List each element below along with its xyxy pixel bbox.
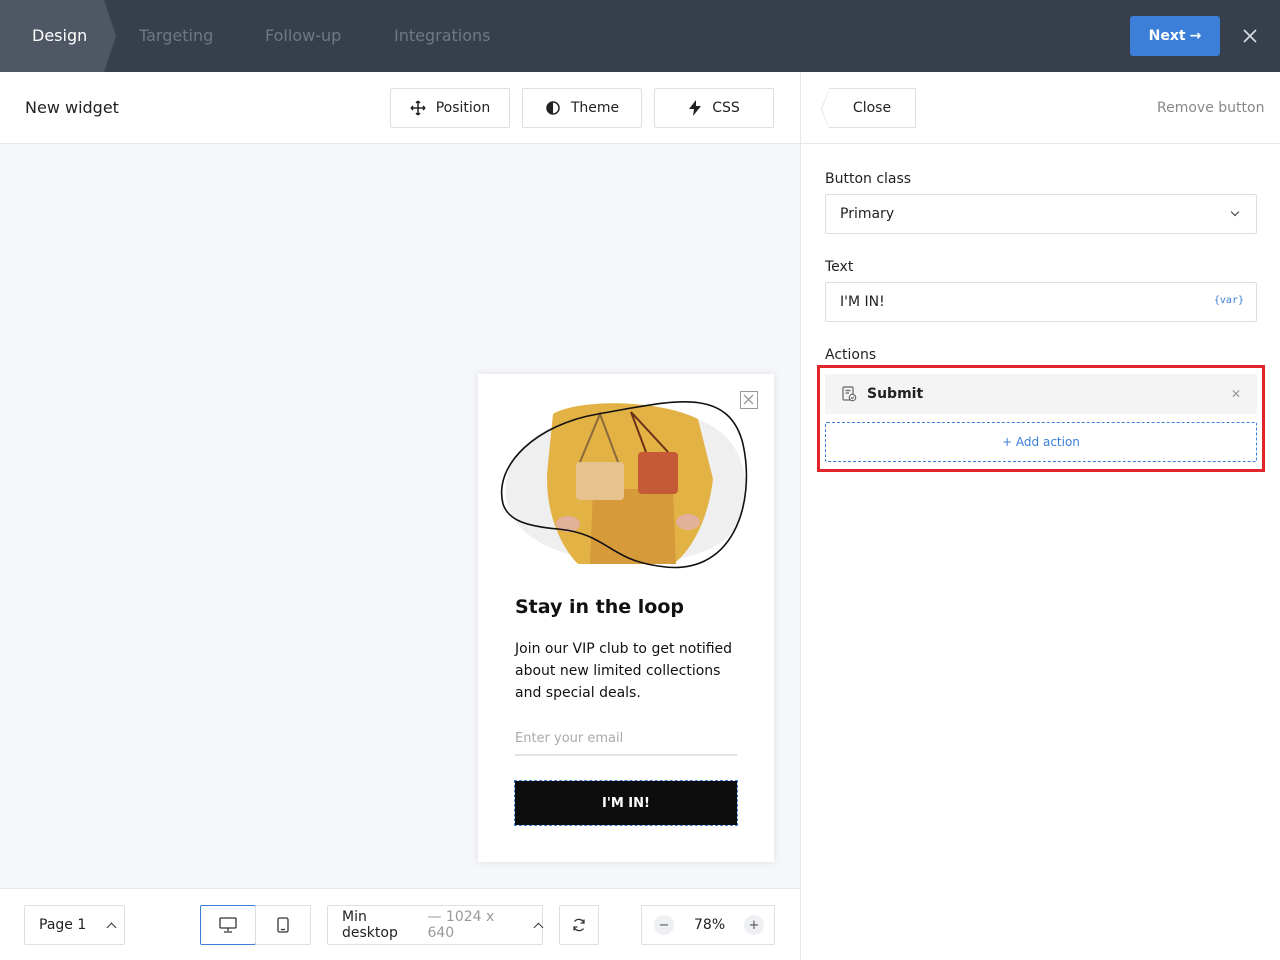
form-submit-icon	[842, 386, 857, 402]
refresh-icon	[573, 918, 585, 932]
popup-body-text: Join our VIP club to get notified about …	[515, 641, 733, 701]
panel-header: Close Remove button	[801, 72, 1280, 144]
arrow-right-icon: →	[1189, 28, 1202, 44]
contrast-icon	[546, 101, 560, 115]
button-class-select[interactable]: Primary	[825, 194, 1257, 234]
step-follow-up[interactable]: Follow-up	[265, 25, 341, 47]
popup-cta-button[interactable]: I'M IN!	[514, 780, 738, 826]
remove-action-icon[interactable]: ✕	[1231, 387, 1241, 401]
move-icon	[410, 100, 426, 116]
close-panel-label: Close	[852, 100, 892, 116]
step-integrations[interactable]: Integrations	[394, 25, 491, 47]
chevron-down-icon	[1230, 207, 1240, 217]
step-targeting[interactable]: Targeting	[139, 25, 213, 47]
actions-label: Actions	[825, 347, 877, 363]
zoom-control: − 78% +	[641, 905, 775, 945]
rotate-button[interactable]	[559, 905, 599, 945]
insert-variable-button[interactable]: {var}	[1214, 295, 1244, 306]
preview-canvas: Stay in the loop Join our VIP club to ge…	[0, 144, 800, 888]
zoom-level: 78%	[694, 917, 726, 933]
page-selector[interactable]: Page 1	[24, 905, 125, 945]
editor-toolbar: New widget Position Theme CSS	[0, 72, 800, 144]
close-panel-button[interactable]: Close	[821, 88, 916, 129]
zoom-in-button[interactable]: +	[744, 915, 764, 935]
button-settings-panel: Close Remove button Button class Primary…	[800, 72, 1280, 960]
button-text-value: I'M IN!	[840, 294, 885, 310]
next-button-label: Next	[1148, 28, 1186, 44]
theme-button-label: Theme	[570, 100, 620, 116]
desktop-view-toggle[interactable]	[200, 905, 256, 945]
widget-popup-preview[interactable]: Stay in the loop Join our VIP club to ge…	[478, 374, 774, 862]
chevron-up-icon	[533, 922, 544, 932]
chevron-up-icon	[106, 922, 117, 932]
mobile-icon	[277, 917, 289, 933]
button-text-input[interactable]: I'M IN! {var}	[825, 282, 1257, 322]
close-icon[interactable]	[1240, 26, 1260, 46]
step-design[interactable]: Design	[32, 25, 87, 47]
button-class-value: Primary	[840, 206, 895, 222]
zoom-out-button[interactable]: −	[654, 915, 674, 935]
popup-email-input[interactable]	[515, 722, 737, 756]
page-selector-label: Page 1	[39, 917, 87, 933]
css-button[interactable]: CSS	[654, 88, 774, 128]
widget-title: New widget	[25, 98, 119, 117]
viewport-size: — 1024 x 640	[427, 909, 495, 941]
action-item-label: Submit	[867, 386, 924, 402]
next-button[interactable]: Next →	[1130, 16, 1220, 56]
popup-title: Stay in the loop	[515, 596, 684, 618]
wizard-topbar: Design Targeting Follow-up Integrations …	[0, 0, 1280, 72]
position-button-label: Position	[435, 100, 491, 116]
theme-button[interactable]: Theme	[522, 88, 642, 128]
desktop-icon	[219, 917, 237, 933]
canvas-bottombar: Page 1 Min desktop — 1024 x 640 − 78% +	[0, 888, 800, 960]
handbag-model-photo	[500, 401, 748, 569]
css-button-label: CSS	[712, 100, 740, 116]
viewport-selector[interactable]: Min desktop — 1024 x 640	[327, 905, 544, 945]
button-class-label: Button class	[825, 171, 912, 187]
text-label: Text	[825, 259, 854, 275]
remove-button-link[interactable]: Remove button	[1157, 100, 1264, 116]
action-item-submit[interactable]: Submit ✕	[825, 374, 1257, 414]
lightning-icon	[689, 100, 702, 116]
add-action-button[interactable]: + Add action	[825, 422, 1257, 462]
viewport-label: Min desktop	[342, 909, 398, 941]
mobile-view-toggle[interactable]	[255, 905, 311, 945]
position-button[interactable]: Position	[390, 88, 510, 128]
